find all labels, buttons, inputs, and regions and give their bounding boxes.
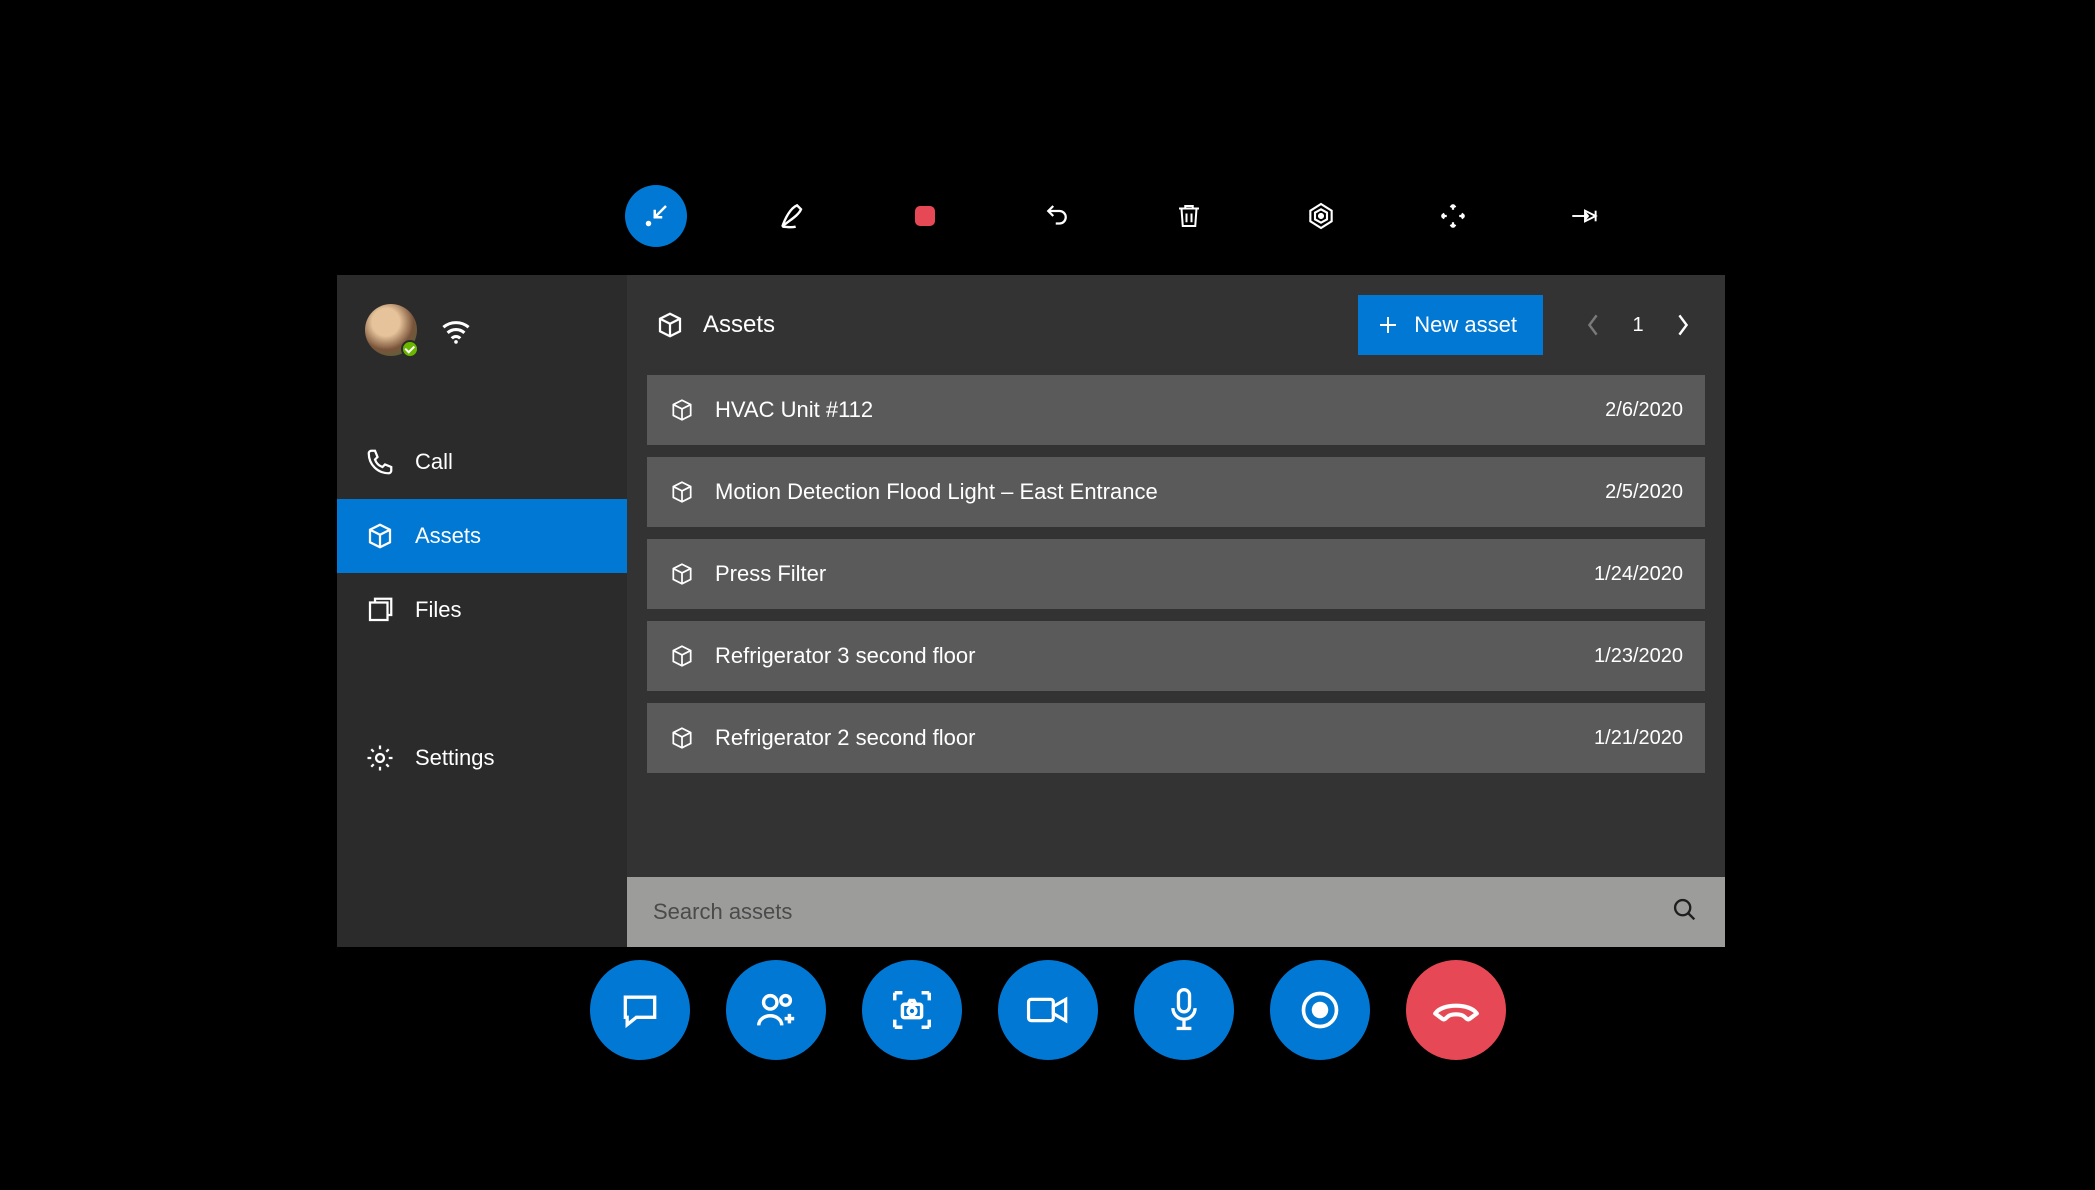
record-icon (1298, 988, 1342, 1032)
hangup-button[interactable] (1406, 960, 1506, 1060)
video-icon (1025, 990, 1071, 1030)
undo-tool[interactable] (1031, 190, 1083, 242)
package-icon (669, 725, 695, 751)
package-icon (669, 643, 695, 669)
chat-icon (618, 988, 662, 1032)
annotation-toolbar (625, 185, 1611, 247)
asset-name: Refrigerator 2 second floor (715, 725, 1574, 751)
chevron-left-icon (1585, 313, 1601, 337)
pin-icon (1568, 203, 1602, 229)
sidebar-item-label: Files (415, 597, 461, 623)
sidebar: Call Assets Files (337, 275, 627, 947)
pager-next[interactable] (1669, 311, 1697, 339)
pager-number: 1 (1627, 314, 1649, 337)
pen-icon (777, 200, 809, 232)
pin-tool[interactable] (1559, 190, 1611, 242)
sidebar-item-assets[interactable]: Assets (337, 499, 627, 573)
asset-name: Press Filter (715, 561, 1574, 587)
package-icon (669, 561, 695, 587)
arrow-in-icon (641, 201, 671, 231)
chevron-right-icon (1675, 313, 1691, 337)
assets-panel: Call Assets Files (337, 275, 1725, 947)
ink-tool[interactable] (767, 190, 819, 242)
plus-icon (1376, 313, 1400, 337)
stop-tool[interactable] (899, 190, 951, 242)
phone-icon (365, 447, 395, 477)
pager-prev[interactable] (1579, 311, 1607, 339)
asset-date: 1/23/2020 (1594, 645, 1683, 668)
avatar[interactable] (365, 304, 417, 356)
people-button[interactable] (726, 960, 826, 1060)
people-add-icon (753, 987, 799, 1033)
page-title: Assets (703, 311, 775, 339)
sidebar-item-files[interactable]: Files (337, 573, 627, 647)
stop-icon (910, 201, 940, 231)
asset-date: 1/21/2020 (1594, 727, 1683, 750)
record-button[interactable] (1270, 960, 1370, 1060)
call-controls (0, 960, 2095, 1060)
new-asset-label: New asset (1414, 312, 1517, 338)
move-icon (1438, 201, 1468, 231)
asset-name: Motion Detection Flood Light – East Entr… (715, 479, 1585, 505)
move-tool[interactable] (1427, 190, 1479, 242)
wifi-icon (439, 316, 473, 344)
minimize-tool[interactable] (625, 185, 687, 247)
camera-frame-icon (889, 987, 935, 1033)
asset-name: Refrigerator 3 second floor (715, 643, 1574, 669)
package-icon (365, 521, 395, 551)
chat-button[interactable] (590, 960, 690, 1060)
target-tool[interactable] (1295, 190, 1347, 242)
asset-date: 1/24/2020 (1594, 563, 1683, 586)
asset-list: HVAC Unit #112 2/6/2020 Motion Detection… (627, 375, 1725, 773)
snapshot-button[interactable] (862, 960, 962, 1060)
asset-name: HVAC Unit #112 (715, 397, 1585, 423)
asset-row[interactable]: Motion Detection Flood Light – East Entr… (647, 457, 1705, 527)
hangup-icon (1430, 995, 1482, 1025)
delete-tool[interactable] (1163, 190, 1215, 242)
video-button[interactable] (998, 960, 1098, 1060)
main-content: Assets New asset 1 (627, 275, 1725, 947)
pager: 1 (1579, 311, 1697, 339)
nav: Call Assets Files (337, 385, 627, 795)
target-icon (1305, 200, 1337, 232)
sidebar-item-settings[interactable]: Settings (337, 721, 627, 795)
asset-date: 2/5/2020 (1605, 481, 1683, 504)
sidebar-item-label: Assets (415, 523, 481, 549)
search-icon[interactable] (1671, 896, 1699, 929)
mic-icon (1164, 986, 1204, 1034)
presence-available-icon (401, 340, 419, 358)
undo-icon (1042, 201, 1072, 231)
asset-row[interactable]: Press Filter 1/24/2020 (647, 539, 1705, 609)
new-asset-button[interactable]: New asset (1358, 295, 1543, 355)
search-bar (627, 877, 1725, 947)
asset-row[interactable]: HVAC Unit #112 2/6/2020 (647, 375, 1705, 445)
sidebar-item-label: Call (415, 449, 453, 475)
package-icon (669, 479, 695, 505)
sidebar-item-call[interactable]: Call (337, 425, 627, 499)
asset-row[interactable]: Refrigerator 2 second floor 1/21/2020 (647, 703, 1705, 773)
package-icon (655, 310, 685, 340)
sidebar-item-label: Settings (415, 745, 495, 771)
sidebar-header (337, 275, 627, 385)
trash-icon (1174, 200, 1204, 232)
asset-row[interactable]: Refrigerator 3 second floor 1/23/2020 (647, 621, 1705, 691)
search-input[interactable] (653, 899, 1655, 925)
package-icon (669, 397, 695, 423)
asset-date: 2/6/2020 (1605, 399, 1683, 422)
main-header: Assets New asset 1 (627, 275, 1725, 375)
files-icon (365, 595, 395, 625)
mic-button[interactable] (1134, 960, 1234, 1060)
gear-icon (365, 743, 395, 773)
